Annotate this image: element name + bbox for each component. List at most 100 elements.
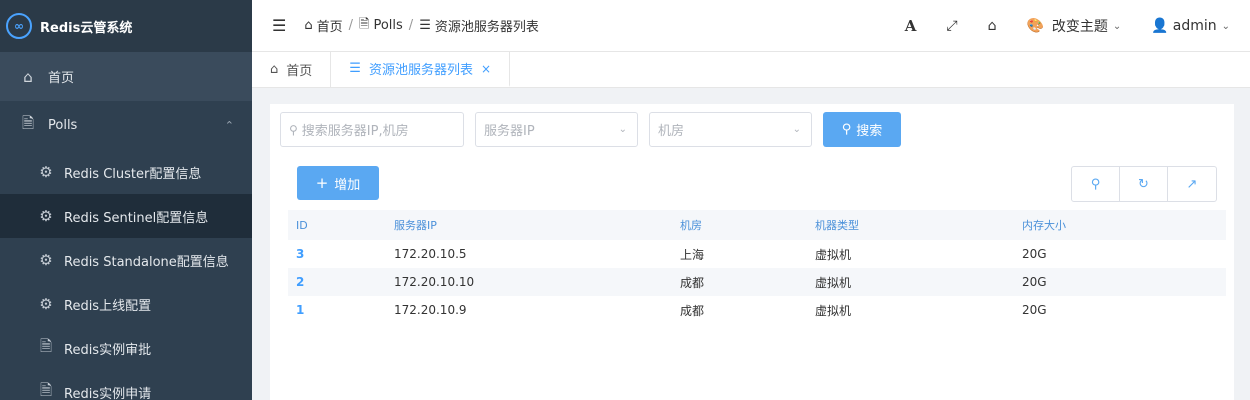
server-list-card: ⚲ 搜索服务器IP,机房 服务器IP ⌄ 机房 ⌄ ⚲ 搜索 + 增加 ⚲ ↻ … (270, 104, 1234, 400)
close-icon[interactable]: × (481, 62, 491, 76)
search-toggle-icon[interactable]: ⚲ (1072, 167, 1120, 201)
search-button-label: 搜索 (856, 124, 883, 139)
server-ip-placeholder: 服务器IP (484, 124, 535, 139)
sidebar-submenu: ⚙ Redis Cluster配置信息 ⚙ Redis Sentinel配置信息… (0, 150, 252, 400)
gear-icon: ⚙ (39, 163, 53, 181)
column-header[interactable]: 机房 (672, 210, 807, 240)
tab-home[interactable]: ⌂ 首页 (252, 52, 332, 87)
cell-id[interactable]: 2 (288, 268, 386, 296)
cell-memory: 20G (1022, 247, 1047, 261)
table-tool-group: ⚲ ↻ ↗ (1071, 166, 1217, 202)
sidebar-item-redis-online[interactable]: ⚙ Redis上线配置 (0, 282, 252, 326)
table-row[interactable]: 3 172.20.10.5 上海 虚拟机 20G (288, 240, 1226, 268)
sidebar-item-redis-sentinel[interactable]: ⚙ Redis Sentinel配置信息 (0, 194, 252, 238)
chevron-down-icon: ⌄ (1112, 20, 1122, 32)
search-button[interactable]: ⚲ 搜索 (823, 112, 901, 147)
chevron-up-icon: ⌃ (224, 119, 234, 132)
logo-icon: ∞ (6, 13, 32, 39)
app-title: Redis云管系统 (40, 20, 133, 36)
menu-toggle-icon[interactable]: ☰ (272, 16, 286, 35)
user-menu[interactable]: 👤 admin ⌄ (1151, 18, 1230, 34)
sidebar-item-label: Redis上线配置 (64, 298, 152, 314)
cell-id[interactable]: 1 (288, 296, 386, 324)
sidebar-item-redis-approval[interactable]: 🗎 Redis实例审批 (0, 326, 252, 370)
file-icon: 🗎 (359, 16, 370, 32)
breadcrumb-item: 资源池服务器列表 (434, 20, 539, 35)
room-placeholder: 机房 (658, 124, 685, 139)
gear-icon: ⚙ (39, 251, 53, 269)
file-icon: 🗎 (39, 380, 53, 399)
home-icon: ⌂ (270, 62, 279, 77)
sidebar-item-label: Redis Cluster配置信息 (64, 166, 202, 182)
column-header[interactable]: 机器类型 (807, 210, 1014, 240)
cell-ip: 172.20.10.9 (394, 303, 467, 317)
cell-room: 上海 (680, 247, 705, 262)
list-icon: ☰ (349, 61, 361, 76)
table-header-row: ID 服务器IP 机房 机器类型 内存大小 (288, 210, 1226, 240)
file-icon: 🗎 (21, 114, 35, 132)
cell-type: 虚拟机 (815, 303, 852, 318)
chevron-down-icon: ⌄ (792, 124, 801, 135)
plus-icon: + (315, 174, 329, 192)
cell-room: 成都 (680, 303, 705, 318)
column-header[interactable]: 内存大小 (1014, 210, 1226, 240)
cell-ip: 172.20.10.10 (386, 268, 672, 296)
home-icon[interactable]: ⌂ (988, 18, 997, 34)
chevron-down-icon: ⌄ (618, 124, 627, 135)
room-select[interactable]: 机房 ⌄ (649, 112, 812, 147)
sidebar-item-label: Redis Standalone配置信息 (64, 254, 229, 270)
filter-bar: ⚲ 搜索服务器IP,机房 服务器IP ⌄ 机房 ⌄ ⚲ 搜索 (280, 112, 901, 147)
search-placeholder: 搜索服务器IP,机房 (301, 124, 409, 139)
search-icon: ⚲ (841, 122, 852, 137)
fullscreen-icon[interactable]: ⤢ (946, 18, 957, 34)
export-icon[interactable]: ↗ (1168, 167, 1216, 201)
tab-server-list[interactable]: ☰ 资源池服务器列表 × (331, 52, 511, 87)
breadcrumb: ⌂ 首页 / 🗎 Polls / ☰ 资源池服务器列表 (304, 15, 539, 37)
app-logo[interactable]: ∞ Redis云管系统 (0, 0, 252, 52)
sidebar-item-label: Redis实例申请 (64, 386, 152, 400)
sidebar-item-polls[interactable]: 🗎 Polls ⌃ (0, 101, 252, 150)
sidebar-item-label: Redis Sentinel配置信息 (64, 210, 209, 226)
cell-memory: 20G (1014, 268, 1226, 296)
column-header[interactable]: 服务器IP (386, 210, 672, 240)
tab-label: 首页 (286, 64, 313, 79)
breadcrumb-item[interactable]: Polls (373, 18, 402, 33)
palette-icon: 🎨 (1026, 18, 1044, 34)
breadcrumb-item[interactable]: 首页 (317, 16, 343, 35)
tab-label: 资源池服务器列表 (368, 63, 473, 78)
search-icon: ⚲ (289, 122, 298, 137)
list-icon: ☰ (419, 18, 431, 33)
add-button[interactable]: + 增加 (297, 166, 379, 200)
sidebar-item-label: Redis实例审批 (64, 342, 152, 358)
page-tabs: ⌂ 首页 ☰ 资源池服务器列表 × (252, 52, 1250, 88)
sidebar-item-label: 首页 (48, 71, 75, 86)
sidebar-item-redis-standalone[interactable]: ⚙ Redis Standalone配置信息 (0, 238, 252, 282)
table-row[interactable]: 1 172.20.10.9 成都 虚拟机 20G (288, 296, 1226, 324)
sidebar-item-redis-request[interactable]: 🗎 Redis实例申请 (0, 370, 252, 400)
file-icon: 🗎 (39, 336, 53, 355)
user-label: admin (1172, 18, 1217, 34)
font-size-button[interactable]: A (905, 17, 917, 35)
cell-memory: 20G (1022, 303, 1047, 317)
sidebar-item-home[interactable]: ⌂ 首页 (0, 52, 252, 101)
chevron-down-icon: ⌄ (1221, 20, 1230, 32)
table-row[interactable]: 2 172.20.10.10 成都 虚拟机 20G (288, 268, 1226, 296)
add-button-label: 增加 (334, 177, 361, 193)
refresh-icon[interactable]: ↻ (1120, 167, 1168, 201)
cell-id[interactable]: 3 (288, 240, 386, 268)
sidebar-item-label: Polls (48, 118, 78, 133)
cell-type: 虚拟机 (815, 247, 852, 262)
sidebar-item-redis-cluster[interactable]: ⚙ Redis Cluster配置信息 (0, 150, 252, 194)
top-header: ☰ ⌂ 首页 / 🗎 Polls / ☰ 资源池服务器列表 A ⤢ ⌂ 🎨 改变… (252, 0, 1250, 52)
cell-ip: 172.20.10.5 (394, 247, 467, 261)
user-icon: 👤 (1151, 18, 1169, 34)
gear-icon: ⚙ (39, 295, 53, 313)
breadcrumb-separator: / (348, 18, 354, 33)
home-icon: ⌂ (23, 67, 33, 86)
search-input[interactable]: ⚲ 搜索服务器IP,机房 (280, 112, 464, 147)
theme-menu[interactable]: 🎨 改变主题 ⌄ (1026, 16, 1121, 36)
home-icon: ⌂ (304, 18, 313, 33)
server-ip-select[interactable]: 服务器IP ⌄ (475, 112, 638, 147)
sidebar: ∞ Redis云管系统 ⌂ 首页 🗎 Polls ⌃ ⚙ Redis Clust… (0, 0, 252, 400)
column-header[interactable]: ID (288, 210, 386, 240)
